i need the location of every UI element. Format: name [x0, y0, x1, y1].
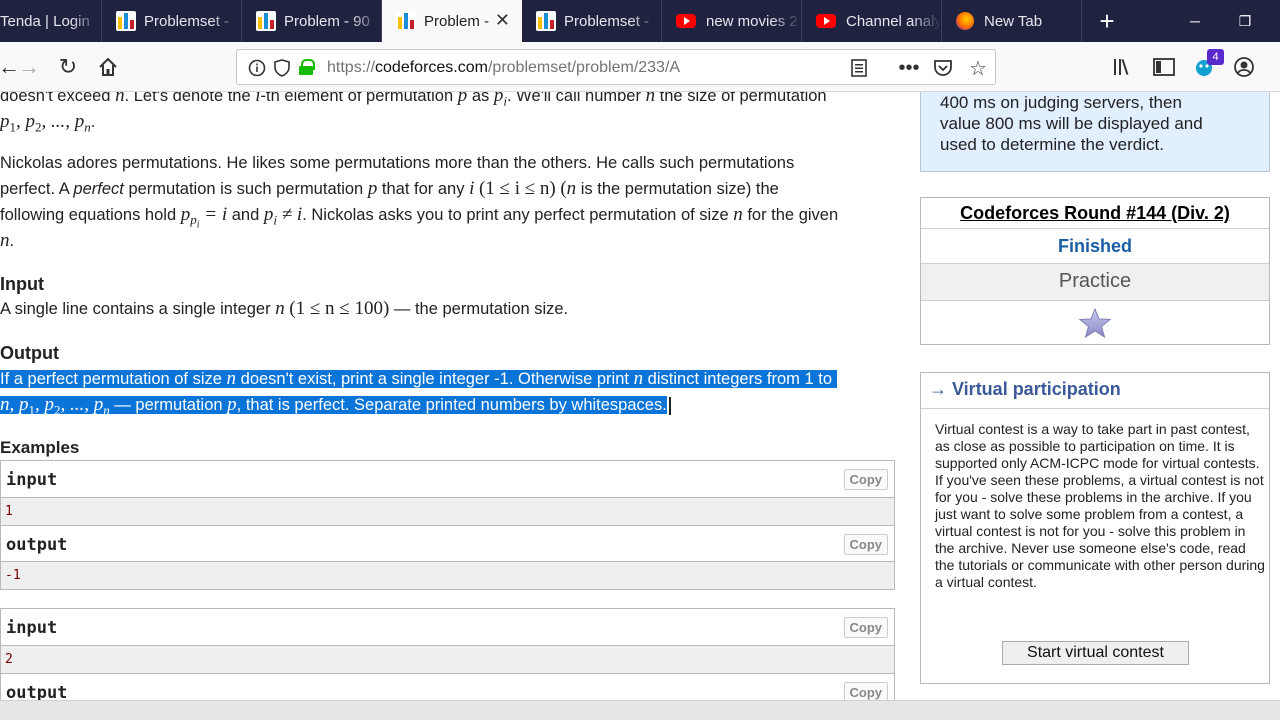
example-output-title: output Copy [1, 673, 894, 700]
forward-icon[interactable]: → [14, 52, 44, 82]
tab-problemset-1[interactable]: Problemset - [102, 0, 242, 42]
statement-line: n. [0, 230, 15, 251]
text-cursor-icon [668, 396, 671, 415]
codeforces-icon [116, 11, 136, 31]
round-mode: Practice [921, 264, 1269, 301]
contest-round-box: Codeforces Round #144 (Div. 2) Finished … [920, 197, 1270, 345]
tab-channel-analytics[interactable]: Channel analy [802, 0, 942, 42]
lock-icon[interactable] [299, 59, 315, 75]
close-icon[interactable]: ✕ [495, 11, 510, 29]
shield-icon[interactable] [270, 56, 294, 80]
copy-button[interactable]: Copy [843, 534, 888, 555]
tab-new-tab[interactable]: New Tab [942, 0, 1082, 42]
example-input-data: 2 [1, 646, 894, 673]
nav-toolbar: ← → ↻ https://codeforces.com/problemset/… [0, 42, 1280, 92]
round-status: Finished [921, 229, 1269, 264]
sidebar-icon[interactable] [1152, 55, 1176, 79]
examples-heading: Examples [0, 438, 80, 457]
address-bar[interactable]: https://codeforces.com/problemset/proble… [236, 49, 996, 85]
favorite-star-icon[interactable] [921, 301, 1269, 344]
timing-note: 400 ms on judging servers, then value 80… [920, 92, 1270, 172]
codeforces-icon [256, 11, 276, 31]
account-icon[interactable] [1232, 55, 1256, 79]
virtual-participation-text: Virtual contest is a way to take part in… [935, 421, 1265, 590]
library-icon[interactable] [1112, 55, 1136, 79]
output-heading: Output [0, 343, 59, 363]
copy-button[interactable]: Copy [843, 682, 888, 700]
input-heading: Input [0, 274, 44, 294]
info-icon[interactable] [245, 56, 269, 80]
minimize-icon[interactable]: ─ [1170, 0, 1220, 42]
reload-icon[interactable]: ↻ [53, 52, 83, 82]
home-icon[interactable] [93, 52, 123, 82]
tab-problem-90[interactable]: Problem - 90 [242, 0, 382, 42]
tab-problemset-2[interactable]: Problemset - [522, 0, 662, 42]
output-description-selected[interactable]: If a perfect permutation of size n doesn… [0, 366, 837, 392]
copy-button[interactable]: Copy [843, 469, 888, 490]
tab-label: New Tab [984, 12, 1043, 30]
example-input-title: input Copy [1, 461, 894, 498]
virtual-participation-box: → Virtual participation Virtual contest … [920, 372, 1270, 684]
pocket-icon[interactable] [931, 56, 955, 80]
bookmark-star-icon[interactable]: ☆ [966, 56, 990, 80]
example-input-title: input Copy [1, 609, 894, 646]
more-actions-icon[interactable]: ••• [897, 56, 921, 80]
tab-strip: Tenda | Login Problemset - Problem - 90 … [0, 0, 1280, 42]
virtual-participation-title: → Virtual participation [921, 373, 1269, 409]
tab-tenda-login[interactable]: Tenda | Login [0, 0, 102, 42]
new-tab-button[interactable]: + [1082, 0, 1132, 42]
example-1: input Copy 1 output Copy -1 [0, 460, 895, 590]
extension-badge: 4 [1207, 49, 1224, 65]
example-output-data: -1 [1, 562, 894, 589]
statement-line: Nickolas adores permutations. He likes s… [0, 154, 795, 172]
firefox-icon [956, 12, 974, 30]
youtube-icon [816, 14, 836, 28]
tab-problem-active[interactable]: Problem - ✕ [382, 0, 522, 42]
copy-button[interactable]: Copy [843, 617, 888, 638]
youtube-icon [676, 14, 696, 28]
codeforces-icon [536, 11, 556, 31]
note-line: value 800 ms will be displayed and [940, 114, 1203, 133]
example-input-data: 1 [1, 498, 894, 525]
tab-label: Problem - [424, 12, 490, 30]
horizontal-scrollbar[interactable] [0, 700, 1280, 720]
example-2: input Copy 2 output Copy [0, 608, 895, 700]
statement-line: perfect. A perfect permutation is such p… [0, 178, 779, 199]
restore-icon[interactable]: ❐ [1220, 0, 1270, 42]
round-title-link[interactable]: Codeforces Round #144 (Div. 2) [921, 198, 1269, 229]
reader-view-icon[interactable] [847, 56, 871, 80]
statement-line: doesn't exceed n. Let's denote the i-th … [0, 92, 827, 109]
statement-line: p1, p2, ..., pn. [0, 111, 96, 135]
note-line: used to determine the verdict. [940, 135, 1164, 154]
example-output-title: output Copy [1, 525, 894, 562]
tab-new-movies[interactable]: new movies 2 [662, 0, 802, 42]
start-virtual-contest-button[interactable]: Start virtual contest [1002, 641, 1189, 665]
input-description: A single line contains a single integer … [0, 298, 569, 319]
url-text: https://codeforces.com/problemset/proble… [327, 59, 681, 76]
output-description-selected[interactable]: n, p1, p2, ..., pn — permutation p, that… [0, 392, 671, 423]
problem-statement: doesn't exceed n. Let's denote the i-th … [0, 92, 905, 700]
note-line: 400 ms on judging servers, then [940, 93, 1182, 112]
codeforces-icon [396, 11, 416, 31]
statement-line: following equations hold ppi = i and pi … [0, 204, 839, 231]
